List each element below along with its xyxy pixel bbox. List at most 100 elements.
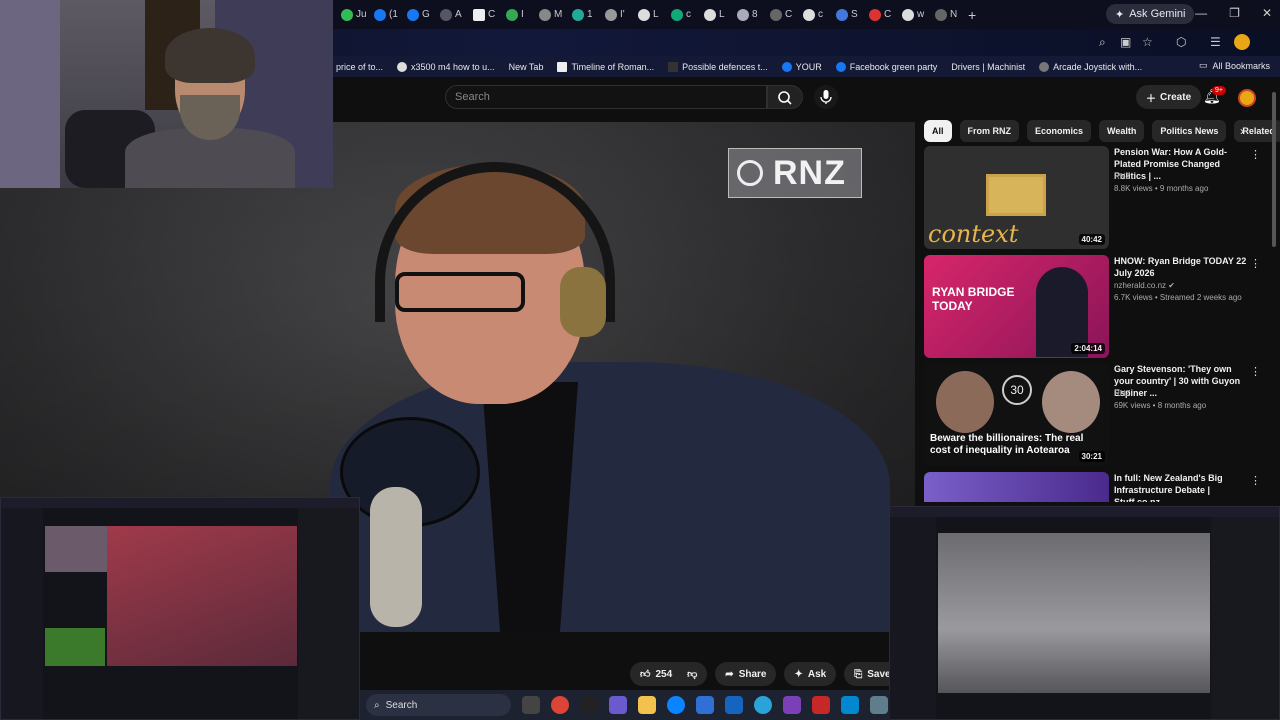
nested-chat	[298, 508, 359, 719]
task-view-icon[interactable]	[522, 696, 540, 714]
bookmark-item[interactable]: price of to...	[336, 62, 383, 72]
new-tab-button[interactable]: +	[968, 7, 976, 23]
more-options-icon[interactable]: ⋮	[1250, 148, 1261, 161]
video-thumbnail: context 40:42	[924, 146, 1109, 249]
ask-gemini-button[interactable]: ✦ Ask Gemini	[1106, 4, 1195, 24]
notification-badge: 9+	[1212, 86, 1226, 95]
taskbar-search[interactable]: ⌕ Search	[366, 694, 511, 716]
chip-politics-news[interactable]: Politics News	[1152, 120, 1227, 142]
browser-tab[interactable]: I'	[602, 4, 630, 26]
chip-wealth[interactable]: Wealth	[1099, 120, 1145, 142]
tab-favicon-icon	[341, 8, 353, 21]
profile-avatar[interactable]	[1234, 34, 1250, 50]
browser-tab[interactable]: C	[767, 4, 795, 26]
recommended-video[interactable]: RYAN BRIDGE TODAY 2:04:14 HNOW: Ryan Bri…	[924, 255, 1274, 359]
more-options-icon[interactable]: ⋮	[1250, 474, 1261, 487]
extensions-icon[interactable]: ⬡	[1176, 35, 1186, 49]
browser-tab[interactable]: M	[536, 4, 564, 26]
scrollbar[interactable]	[1272, 92, 1276, 247]
more-options-icon[interactable]: ⋮	[1250, 257, 1261, 270]
edge-icon[interactable]	[667, 696, 685, 714]
recommended-video[interactable]: In full: New Zealand's Big Infrastructur…	[924, 472, 1274, 502]
bookmark-item[interactable]: Drivers | Machinist	[951, 62, 1025, 72]
browser-tab[interactable]: w	[899, 4, 927, 26]
chip-from-rnz[interactable]: From RNZ	[959, 120, 1020, 142]
search-button[interactable]	[767, 85, 803, 109]
browser-tab[interactable]: 8	[734, 4, 762, 26]
search-input[interactable]: Search	[445, 85, 767, 109]
obs-icon[interactable]	[580, 696, 598, 714]
nested-chat	[1211, 517, 1279, 719]
screen: Ju (1 G A C I M 1 I' L c L 8 C c S C w N…	[0, 0, 1280, 720]
rnz-watermark: RNZ	[728, 148, 862, 198]
tab-favicon-icon	[440, 8, 452, 21]
voice-search-button[interactable]	[814, 85, 838, 109]
tab-search-icon[interactable]: ☰	[1210, 35, 1221, 49]
browser-tab[interactable]: C	[866, 4, 894, 26]
browser-tab[interactable]: Ju	[338, 4, 366, 26]
chip-all[interactable]: All	[924, 120, 952, 142]
bookmark-item[interactable]: Possible defences t...	[668, 61, 768, 72]
app-icon[interactable]	[696, 696, 714, 714]
facebook-icon	[781, 61, 792, 72]
browser-tab[interactable]: L	[635, 4, 663, 26]
bookmark-item[interactable]: YOUR	[781, 61, 822, 72]
chrome-icon[interactable]	[551, 696, 569, 714]
thumbs-down-icon[interactable]: 👎︎	[687, 668, 697, 680]
close-icon[interactable]: ✕	[1262, 6, 1272, 20]
facebook-icon	[835, 61, 846, 72]
zoom-icon[interactable]: ⌕	[1099, 35, 1106, 50]
google-icon	[638, 8, 650, 21]
account-avatar[interactable]	[1238, 89, 1256, 107]
webcam-curtain	[0, 0, 60, 188]
browser-tab[interactable]: S	[833, 4, 861, 26]
settings-icon[interactable]	[870, 696, 888, 714]
browser-tab[interactable]: I	[503, 4, 531, 26]
like-button[interactable]: 👍︎ 254 👎︎	[630, 662, 708, 686]
recommended-video[interactable]: 30 Beware the billionaires: The real cos…	[924, 363, 1274, 467]
browser-tab[interactable]: c	[800, 4, 828, 26]
all-bookmarks-button[interactable]: ▭ All Bookmarks	[1199, 60, 1270, 71]
app-icon[interactable]	[841, 696, 859, 714]
thumbnail-person	[936, 371, 994, 433]
chip-economics[interactable]: Economics	[1027, 120, 1092, 142]
nested-stream-overlay-right	[889, 506, 1280, 720]
cast-icon[interactable]: ▣	[1120, 35, 1131, 49]
bookmark-item[interactable]: Arcade Joystick with...	[1039, 61, 1142, 72]
browser-tab[interactable]: (1	[371, 4, 399, 26]
bookmark-item[interactable]: New Tab	[509, 62, 544, 72]
app-icon[interactable]	[783, 696, 801, 714]
bookmark-item[interactable]: x3500 m4 how to u...	[397, 61, 495, 72]
app-icon[interactable]	[609, 696, 627, 714]
browser-tab[interactable]: A	[437, 4, 465, 26]
maximize-icon[interactable]: ❐	[1229, 6, 1240, 20]
ask-button[interactable]: ✦ Ask	[784, 662, 837, 686]
facebook-icon	[374, 8, 386, 21]
share-button[interactable]: ➦ Share	[715, 662, 777, 686]
tab-favicon-icon	[770, 8, 782, 21]
bookmark-item[interactable]: Timeline of Roman...	[557, 61, 654, 72]
more-options-icon[interactable]: ⋮	[1250, 365, 1261, 378]
browser-tab[interactable]: L	[701, 4, 729, 26]
browser-tab[interactable]: C	[470, 4, 498, 26]
nested-game-view	[938, 533, 1210, 693]
browser-tab[interactable]: N	[932, 4, 960, 26]
browser-tab[interactable]: 1	[569, 4, 597, 26]
app-icon[interactable]	[812, 696, 830, 714]
telegram-icon[interactable]	[754, 696, 772, 714]
video-thumbnail	[924, 472, 1109, 502]
file-explorer-icon[interactable]	[638, 696, 656, 714]
outlook-icon[interactable]	[725, 696, 743, 714]
bookmark-star-icon[interactable]: ☆	[1142, 35, 1153, 49]
tab-favicon-icon	[539, 8, 551, 21]
create-button[interactable]: ＋ Create	[1136, 85, 1202, 109]
chevron-right-icon[interactable]: ›	[1240, 124, 1244, 138]
gemini-icon: ✦	[1115, 8, 1125, 21]
bookmark-item[interactable]: Facebook green party	[835, 61, 937, 72]
recommended-video[interactable]: context 40:42 Pension War: How A Gold-Pl…	[924, 146, 1274, 250]
browser-tab[interactable]: c	[668, 4, 696, 26]
browser-tab[interactable]: G	[404, 4, 432, 26]
minimize-icon[interactable]: —	[1195, 6, 1207, 20]
taskbar: ⌕ Search	[360, 690, 890, 720]
nested-titlebar	[1, 498, 359, 508]
